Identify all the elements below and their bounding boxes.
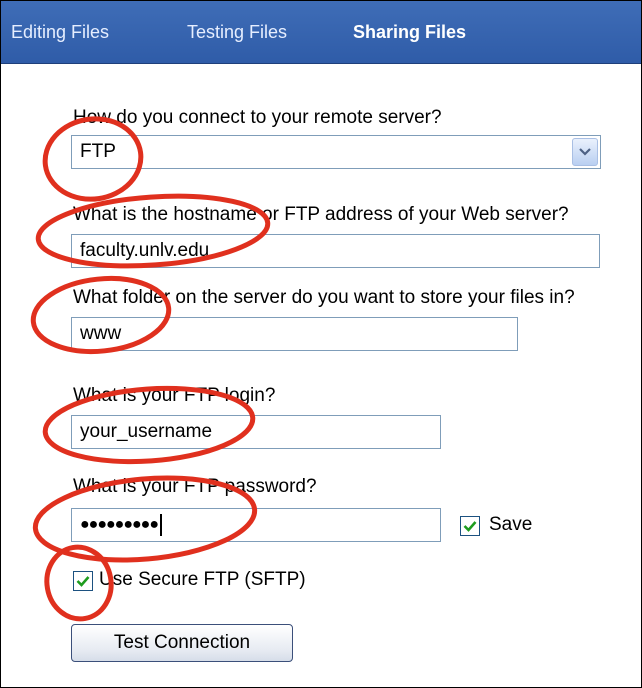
folder-input[interactable]: www (71, 317, 518, 351)
sftp-checkbox[interactable] (73, 571, 93, 591)
sharing-files-panel: Editing Files Testing Files Sharing File… (0, 0, 642, 688)
login-value: your_username (80, 421, 213, 442)
checkmark-icon (463, 521, 477, 532)
hostname-input[interactable]: faculty.unlv.edu (71, 234, 600, 268)
connection-type-label: How do you connect to your remote server… (73, 107, 442, 128)
tab-bar: Editing Files Testing Files Sharing File… (1, 1, 641, 64)
password-label: What is your FTP password? (73, 476, 317, 497)
password-input[interactable]: ●●●●●●●●● (71, 508, 441, 542)
folder-label: What folder on the server do you want to… (73, 287, 575, 308)
test-connection-button[interactable]: Test Connection (71, 624, 293, 662)
save-checkbox[interactable] (460, 516, 480, 536)
checkmark-icon (76, 576, 90, 587)
hostname-value: faculty.unlv.edu (80, 240, 210, 261)
tab-testing-files[interactable]: Testing Files (187, 22, 287, 43)
save-label: Save (489, 514, 533, 535)
text-cursor (159, 513, 162, 536)
folder-value: www (80, 323, 122, 344)
login-label: What is your FTP login? (73, 385, 276, 406)
connection-type-select[interactable]: FTP (71, 135, 601, 169)
password-value: ●●●●●●●●● (80, 516, 159, 533)
tab-editing-files[interactable]: Editing Files (11, 22, 109, 43)
hostname-label: What is the hostname or FTP address of y… (73, 204, 569, 225)
login-input[interactable]: your_username (71, 415, 441, 449)
chevron-down-icon[interactable] (572, 138, 598, 166)
tab-sharing-files[interactable]: Sharing Files (353, 22, 466, 43)
sftp-label: Use Secure FTP (SFTP) (99, 569, 306, 590)
connection-type-value: FTP (80, 141, 116, 162)
